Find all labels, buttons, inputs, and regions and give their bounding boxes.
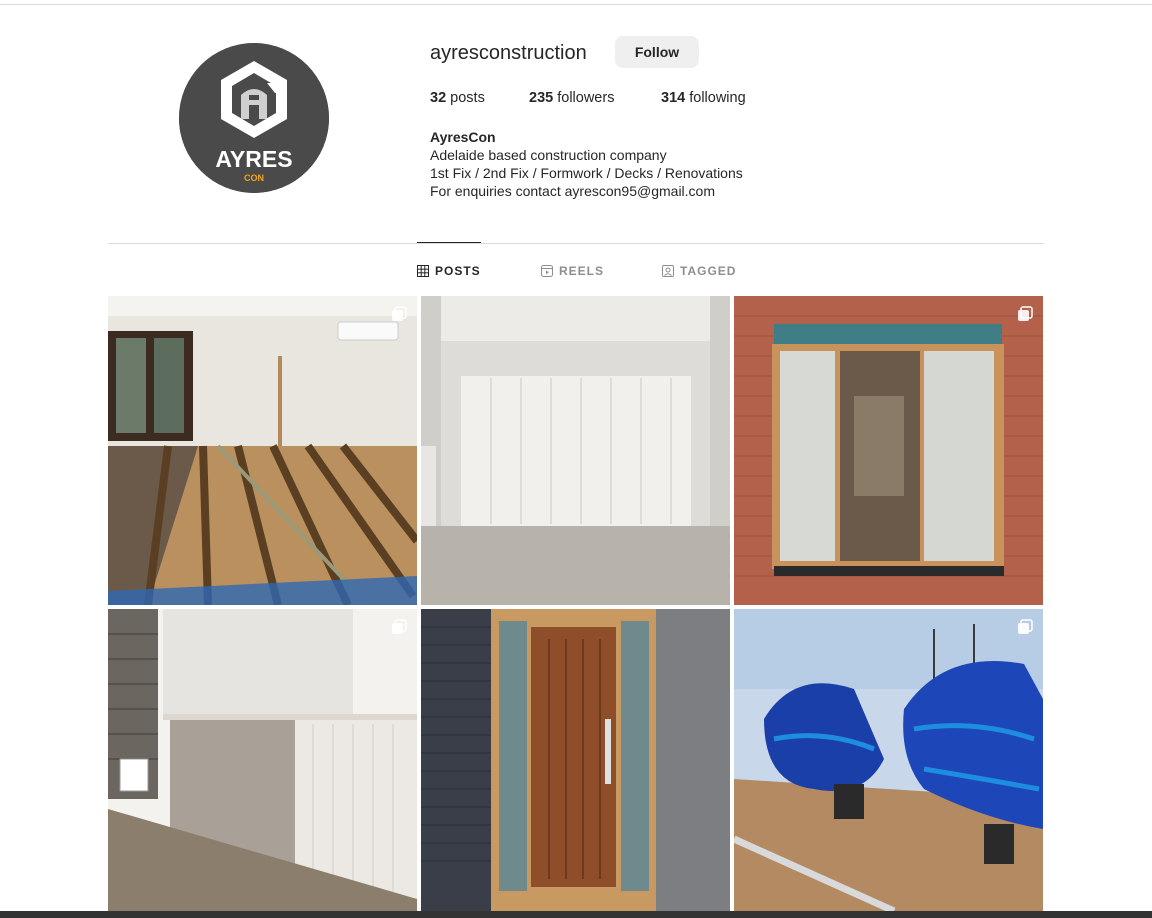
bottom-bar (0, 911, 1152, 918)
post-image-covered-furniture (734, 609, 1043, 911)
multi-post-icon (1018, 306, 1033, 321)
posts-count: 32 (430, 90, 447, 106)
stat-following[interactable]: 314 following (661, 90, 746, 106)
posts-label: posts (446, 90, 485, 106)
followers-label: followers (553, 90, 615, 106)
profile-avatar[interactable]: AYRES CON (179, 43, 329, 193)
ayrescon-logo: AYRES CON (179, 43, 329, 193)
reels-icon (541, 265, 553, 277)
post-tile[interactable] (108, 609, 417, 911)
tab-posts[interactable]: POSTS (417, 264, 481, 278)
post-tile[interactable] (734, 609, 1043, 911)
grid-icon (417, 265, 429, 277)
bio-line[interactable]: For enquiries contact ayrescon95@gmail.c… (430, 182, 743, 200)
stat-followers[interactable]: 235 followers (529, 90, 614, 106)
tab-label: REELS (559, 264, 605, 278)
bio-name: AyresCon (430, 129, 496, 145)
stat-posts: 32 posts (430, 90, 485, 106)
follow-button[interactable]: Follow (615, 36, 699, 68)
tab-reels[interactable]: REELS (541, 264, 604, 278)
post-image-brick-window (734, 296, 1043, 605)
post-tile[interactable] (421, 296, 730, 605)
post-image-floor-joists (108, 296, 417, 605)
post-tile[interactable] (734, 296, 1043, 605)
tab-tagged[interactable]: TAGGED (662, 264, 736, 278)
bio-line: Adelaide based construction company (430, 147, 667, 163)
multi-post-icon (392, 619, 407, 634)
tab-label: POSTS (435, 264, 481, 278)
post-tile[interactable] (421, 609, 730, 911)
active-tab-indicator (417, 242, 481, 243)
logo-text: AYRES (215, 146, 292, 172)
tagged-icon (662, 265, 674, 277)
top-divider (0, 4, 1152, 5)
post-image-front-door (421, 609, 730, 911)
multi-post-icon (1018, 619, 1033, 634)
profile-bio: AyresCon Adelaide based construction com… (430, 128, 743, 200)
multi-post-icon (392, 306, 407, 321)
following-label: following (685, 90, 746, 106)
profile-username: ayresconstruction (430, 42, 587, 64)
following-count: 314 (661, 90, 686, 106)
logo-subtext: CON (244, 173, 264, 183)
tabs-divider (108, 243, 1044, 244)
post-image-garage-wall (421, 296, 730, 605)
tab-label: TAGGED (680, 264, 737, 278)
post-tile[interactable] (108, 296, 417, 605)
bio-line: 1st Fix / 2nd Fix / Formwork / Decks / R… (430, 165, 743, 181)
post-image-wall-panelling (108, 609, 417, 911)
followers-count: 235 (529, 90, 554, 106)
